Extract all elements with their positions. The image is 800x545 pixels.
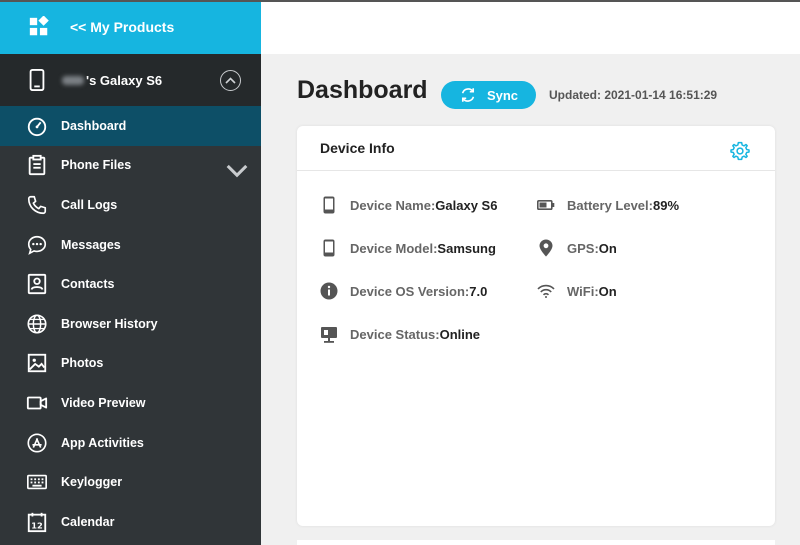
info-value: Galaxy S6 <box>435 197 498 213</box>
sidebar-item-label: Call Logs <box>61 197 118 212</box>
info-device-os-version: Device OS Version: 7.0 <box>320 282 487 300</box>
info-key: Device Name: <box>350 197 436 213</box>
info-device-status: Device Status: Online <box>320 325 480 343</box>
sidebar-item-label: Contacts <box>61 277 115 292</box>
sync-label: Sync <box>486 87 519 103</box>
device-info-card: Device Info Device Name: Galaxy S6 Device… <box>297 126 775 526</box>
sidebar-item-calendar[interactable]: 12 Calendar <box>0 502 261 542</box>
info-device-model: Device Model: Samsung <box>320 239 496 257</box>
mobile-phone-icon <box>320 196 338 214</box>
sidebar-item-app-activities[interactable]: App Activities <box>0 423 261 463</box>
sidebar-item-label: Browser History <box>61 316 158 331</box>
sidebar-item-keylogger[interactable]: Keylogger <box>0 462 261 502</box>
device-selector[interactable]: 's Galaxy S6 <box>0 54 261 106</box>
my-products-link[interactable]: << My Products <box>0 0 261 54</box>
page-title: Dashboard <box>297 76 428 104</box>
card-header: Device Info <box>297 126 775 171</box>
sidebar-item-label: Phone Files <box>61 158 132 173</box>
wifi-icon <box>537 282 555 300</box>
my-products-label: << My Products <box>70 19 175 35</box>
info-value: Samsung <box>437 240 496 256</box>
calendar-icon: 12 <box>27 512 47 532</box>
info-key: WiFi: <box>567 283 599 299</box>
sidebar-item-contacts[interactable]: Contacts <box>0 264 261 304</box>
app-store-icon <box>27 433 47 453</box>
sidebar-item-browser-history[interactable]: Browser History <box>0 304 261 344</box>
sidebar-item-phone-files[interactable]: Phone Files <box>0 146 261 186</box>
apps-grid-icon <box>29 16 49 36</box>
sync-button[interactable]: Sync <box>441 81 536 109</box>
svg-text:12: 12 <box>31 520 43 530</box>
phone-icon <box>27 195 47 215</box>
device-name: 's Galaxy S6 <box>62 73 162 88</box>
collapse-device-button[interactable] <box>220 70 241 91</box>
sidebar: << My Products 's Galaxy S6 Dashboard Ph… <box>0 0 261 545</box>
window-top-border <box>0 0 800 2</box>
speedometer-icon <box>27 117 47 136</box>
info-value: On <box>598 283 617 299</box>
sidebar-item-photos[interactable]: Photos <box>0 344 261 384</box>
globe-icon <box>27 314 47 334</box>
image-icon <box>27 354 47 373</box>
blurred-owner-name <box>62 75 84 85</box>
info-device-name: Device Name: Galaxy S6 <box>320 196 497 214</box>
sidebar-item-label: Keylogger <box>61 475 123 490</box>
last-updated-text: Updated: 2021-01-14 16:51:29 <box>549 88 718 102</box>
info-battery-level: Battery Level: 89% <box>537 196 679 214</box>
sidebar-item-label: Messages <box>61 237 121 252</box>
info-value: 89% <box>652 197 680 213</box>
info-wifi: WiFi: On <box>537 282 617 300</box>
chat-bubble-icon <box>27 235 47 255</box>
info-key: Device Status: <box>350 326 440 342</box>
gear-icon[interactable] <box>730 141 750 161</box>
top-bar <box>261 0 800 54</box>
card-title: Device Info <box>320 140 395 156</box>
sidebar-item-call-logs[interactable]: Call Logs <box>0 185 261 225</box>
sidebar-item-dashboard[interactable]: Dashboard <box>0 106 261 146</box>
keyboard-icon <box>27 474 47 490</box>
location-pin-icon <box>537 239 555 257</box>
sidebar-item-video-preview[interactable]: Video Preview <box>0 383 261 423</box>
video-camera-icon <box>26 396 48 410</box>
info-key: Battery Level: <box>567 197 653 213</box>
sidebar-item-label: Video Preview <box>61 395 146 410</box>
mobile-phone-icon <box>29 69 45 91</box>
battery-icon <box>537 196 555 214</box>
next-card-edge <box>297 540 775 545</box>
sidebar-item-label: Photos <box>61 356 104 371</box>
clipboard-icon <box>28 155 46 176</box>
sidebar-item-label: Calendar <box>61 514 115 529</box>
info-key: GPS: <box>567 240 599 256</box>
chevron-up-icon <box>225 77 236 84</box>
monitor-status-icon <box>320 325 338 343</box>
device-name-suffix: 's Galaxy S6 <box>86 72 163 88</box>
sidebar-item-label: App Activities <box>61 435 144 450</box>
info-value: On <box>598 240 617 256</box>
info-value: Online <box>439 326 481 342</box>
info-circle-icon <box>320 282 338 300</box>
sync-icon <box>461 88 475 102</box>
info-key: Device Model: <box>350 240 438 256</box>
chevron-down-icon[interactable] <box>226 160 248 182</box>
info-gps: GPS: On <box>537 239 617 257</box>
sidebar-item-label: Dashboard <box>61 118 127 133</box>
contact-card-icon <box>27 274 47 295</box>
sidebar-nav: Dashboard Phone Files Call Logs Messages… <box>0 106 261 542</box>
info-key: Device OS Version: <box>350 283 470 299</box>
info-value: 7.0 <box>469 283 488 299</box>
sidebar-item-messages[interactable]: Messages <box>0 225 261 265</box>
mobile-phone-icon <box>320 239 338 257</box>
